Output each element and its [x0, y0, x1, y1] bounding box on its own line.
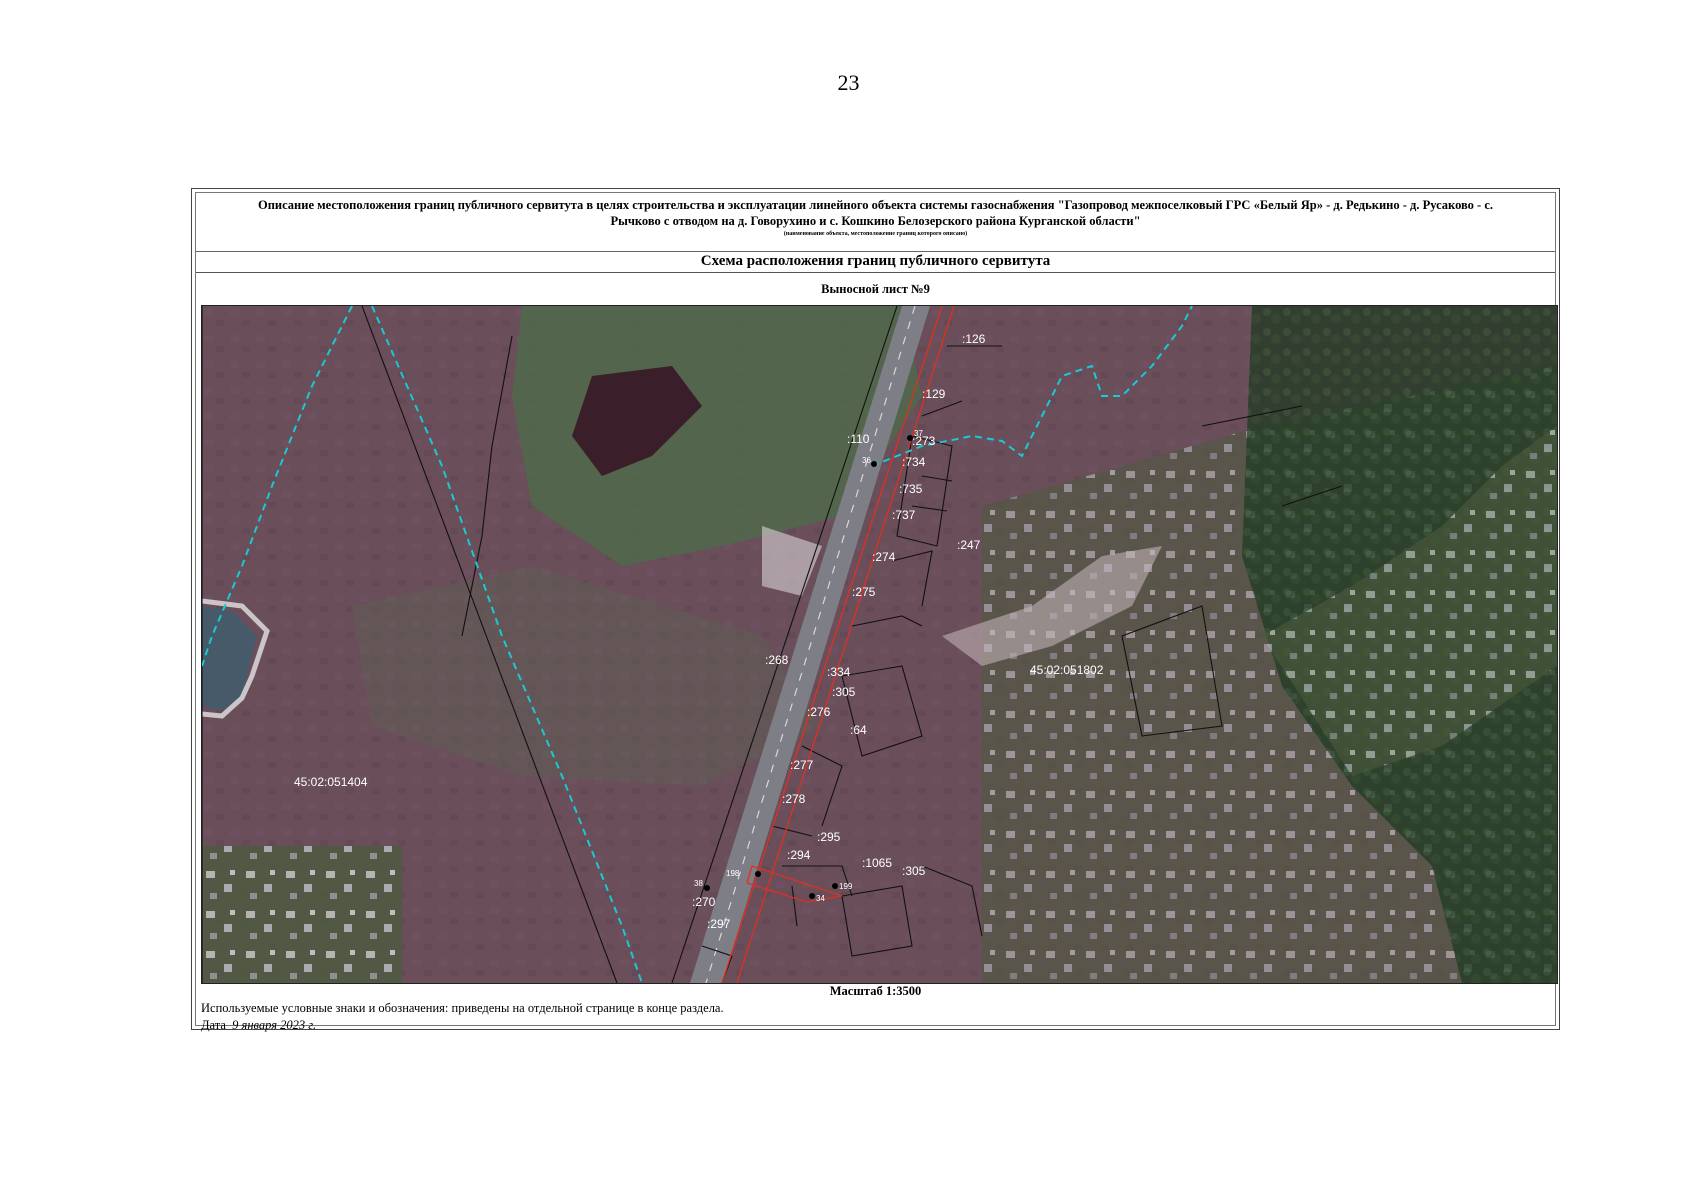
point-label: 36: [862, 456, 871, 465]
parcel-label: :126: [962, 332, 986, 346]
document-subtitle: (наименование объекта, местоположение гр…: [783, 231, 968, 237]
parcel-label: :275: [852, 585, 876, 599]
parcel-label: :305: [832, 685, 856, 699]
parcel-label: :278: [782, 792, 806, 806]
point-label: 34: [816, 894, 825, 903]
point-label: 37: [914, 429, 923, 438]
cadastral-block-label: 45:02:051802: [1030, 663, 1104, 677]
document-frame: Описание местоположения границ публичног…: [191, 188, 1560, 1032]
parcel-label: :277: [790, 758, 814, 772]
parcel-label: :1065: [862, 856, 892, 870]
page-number: 23: [837, 70, 860, 95]
parcel-label: :294: [787, 848, 811, 862]
parcel-label: :110: [847, 432, 870, 446]
parcel-label: :737: [892, 508, 916, 522]
map-scale: Масштаб 1:3500: [829, 984, 922, 998]
legend-note: Используемые условные знаки и обозначени…: [201, 1001, 724, 1015]
village-southwest: [202, 846, 402, 983]
parcel-label: :276: [807, 705, 831, 719]
point-label: 199: [839, 882, 853, 891]
sheet-title: Выносной лист №9: [821, 282, 930, 296]
satellite-map[interactable]: :126 :129 :110 :273 :734 :735 :737 :274 …: [201, 305, 1558, 984]
parcel-label: :334: [827, 665, 851, 679]
date-label: Дата: [201, 1018, 226, 1032]
parcel-label: :295: [817, 830, 841, 844]
parcel-label: :268: [765, 653, 789, 667]
parcel-label: :129: [922, 387, 946, 401]
parcel-label: :734: [902, 455, 926, 469]
parcel-label: :735: [899, 482, 923, 496]
parcel-label: :64: [850, 723, 867, 737]
parcel-label: :270: [692, 895, 716, 909]
cadastral-block-label: 45:02:051404: [294, 775, 368, 789]
point-label: 38: [694, 879, 703, 888]
parcel-label: :274: [872, 550, 896, 564]
schema-title: Схема расположения границ публичного сер…: [196, 251, 1555, 273]
parcel-label: :297: [707, 917, 731, 931]
date-line: Дата 9 января 2023 г.: [201, 1018, 316, 1033]
parcel-label: :305: [902, 864, 926, 878]
date-value: 9 января 2023 г.: [232, 1018, 317, 1032]
header-block: Описание местоположения границ публичног…: [196, 193, 1555, 252]
frame-inner: Описание местоположения границ публичног…: [195, 192, 1558, 1032]
document-title: Описание местоположения границ публичног…: [257, 198, 1494, 228]
parcel-label: :247: [957, 538, 981, 552]
point-label: 198: [726, 869, 740, 878]
map-canvas: :126 :129 :110 :273 :734 :735 :737 :274 …: [202, 306, 1557, 983]
